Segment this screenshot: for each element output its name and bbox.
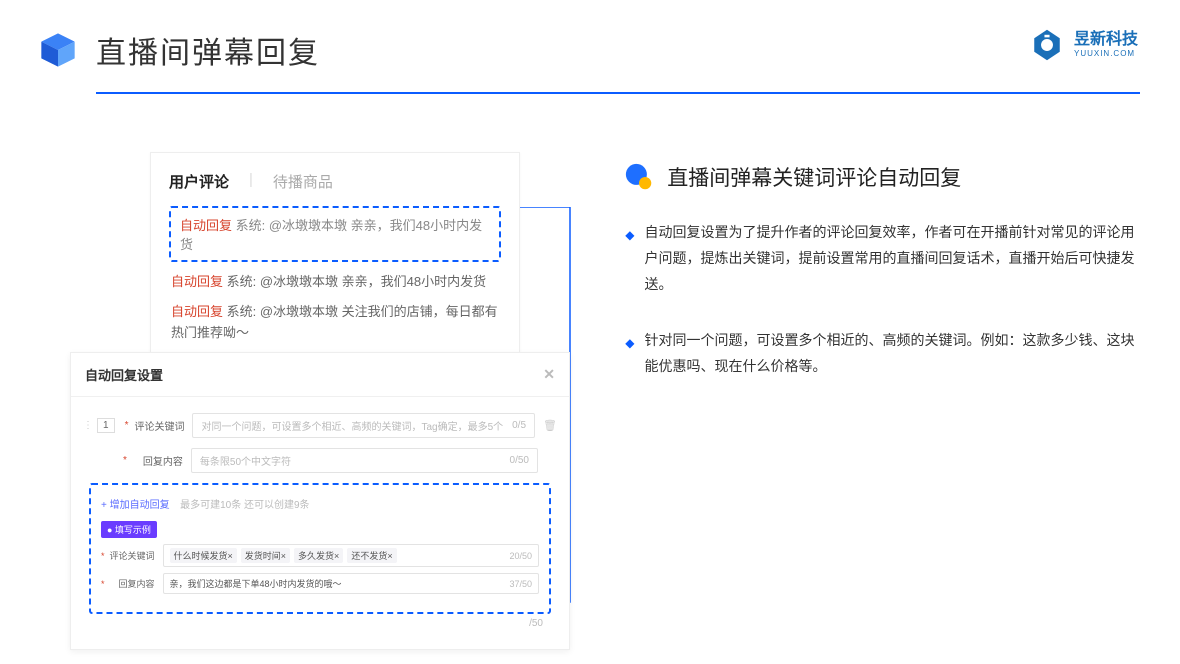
- tag[interactable]: 还不发货×: [347, 548, 396, 563]
- keyword-input[interactable]: 对同一个问题，可设置多个相近、高频的关键词，Tag确定，最多5个0/5: [192, 413, 535, 438]
- cube-icon: [38, 30, 78, 70]
- highlighted-comment: 自动回复 系统: @冰墩墩本墩 亲亲，我们48小时内发货: [169, 206, 501, 262]
- bullet-1: ◆自动回复设置为了提升作者的评论回复效率，作者可在开播前针对常见的评论用户问题，…: [625, 220, 1140, 298]
- settings-panel: 自动回复设置 ✕ ⋮⋮ 1 *评论关键词 对同一个问题，可设置多个相近、高频的关…: [70, 352, 570, 650]
- brand-icon: [1030, 28, 1064, 62]
- tag[interactable]: 多久发货×: [294, 548, 343, 563]
- footer-count: /50: [83, 614, 557, 629]
- add-reply-link[interactable]: + 增加自动回复: [101, 500, 170, 511]
- content-label: 回复内容: [129, 453, 183, 468]
- close-icon[interactable]: ✕: [543, 366, 555, 383]
- tag[interactable]: 发货时间×: [241, 548, 290, 563]
- tab-pending-goods[interactable]: 待播商品: [273, 171, 333, 192]
- settings-title: 自动回复设置: [85, 365, 163, 384]
- comment-row: 自动回复 系统: @冰墩墩本墩 关注我们的店铺，每日都有热门推荐呦～: [171, 302, 499, 344]
- tag[interactable]: 什么时候发货×: [170, 548, 237, 563]
- keyword-label: 评论关键词: [130, 418, 184, 433]
- example-badge: ● 填写示例: [101, 521, 157, 538]
- bullet-2: ◆针对同一个问题，可设置多个相近的、高频的关键词。例如：这款多少钱、这块能优惠吗…: [625, 328, 1140, 380]
- section-title: 直播间弹幕关键词评论自动回复: [667, 162, 961, 192]
- example-content-box: 亲，我们这边都是下单48小时内发货的哦～ 37/50: [163, 573, 539, 594]
- auto-reply-tag: 自动回复: [180, 218, 232, 233]
- example-keyword-box: 什么时候发货× 发货时间× 多久发货× 还不发货× 20/50: [163, 544, 539, 567]
- comments-panel: 用户评论 | 待播商品 自动回复 系统: @冰墩墩本墩 亲亲，我们48小时内发货…: [150, 152, 520, 384]
- chat-bubble-icon: [625, 163, 653, 191]
- page-title: 直播间弹幕回复: [96, 28, 320, 72]
- brand-name: 昱新科技: [1074, 32, 1138, 48]
- add-hint: 最多可建10条 还可以创建9条: [180, 500, 309, 511]
- comment-row: 自动回复 系统: @冰墩墩本墩 亲亲，我们48小时内发货: [171, 272, 499, 293]
- rule-index: 1: [97, 418, 115, 433]
- brand-logo: 昱新科技 YUUXIN.COM: [1030, 28, 1138, 62]
- drag-handle-icon[interactable]: ⋮⋮: [83, 420, 97, 431]
- brand-url: YUUXIN.COM: [1074, 50, 1138, 58]
- tab-user-comments[interactable]: 用户评论: [169, 171, 229, 192]
- example-section: + 增加自动回复 最多可建10条 还可以创建9条 ● 填写示例 *评论关键词 什…: [89, 483, 551, 614]
- delete-icon[interactable]: 🗑: [543, 419, 557, 432]
- content-input[interactable]: 每条限50个中文字符0/50: [191, 448, 538, 473]
